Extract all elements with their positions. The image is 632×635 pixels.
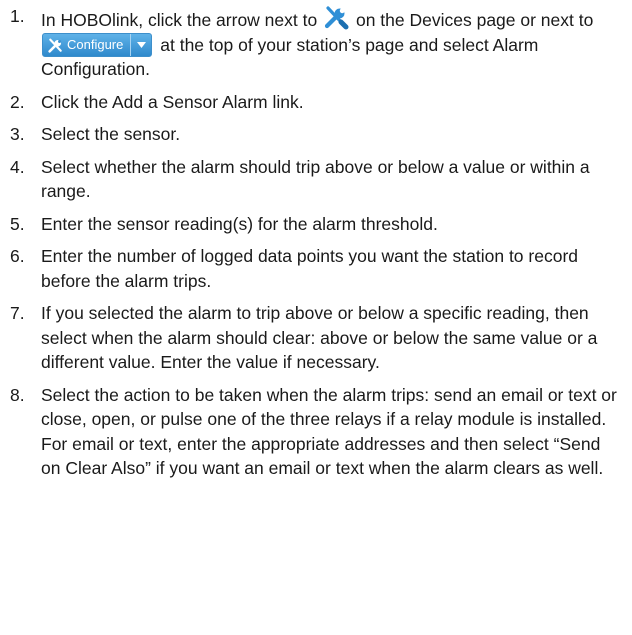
configure-button-label: Configure (67, 36, 124, 52)
tools-icon (48, 38, 62, 53)
step-text: In HOBOlink, click the arrow next to (41, 10, 318, 30)
steps-list: 1. In HOBOlink, click the arrow next to … (6, 4, 622, 481)
step-text: Click the Add a Sensor Alarm link. (41, 91, 304, 112)
step-number: 5. (10, 213, 25, 234)
step-3: 3. Select the sensor. (6, 122, 622, 147)
step-number: 2. (10, 91, 25, 112)
step-text: on the Devices page or next to (355, 10, 594, 30)
step-8: 8. Select the action to be taken when th… (6, 383, 622, 481)
step-text: Enter the sensor reading(s) for the alar… (41, 213, 438, 234)
step-text: Enter the number of logged data points y… (41, 246, 579, 291)
tools-icon (324, 6, 349, 30)
step-6: 6. Enter the number of logged data point… (6, 244, 622, 293)
step-text: If you selected the alarm to trip above … (41, 303, 598, 372)
step-4: 4. Select whether the alarm should trip … (6, 155, 622, 204)
step-5: 5. Enter the sensor reading(s) for the a… (6, 212, 622, 237)
step-text: Select whether the alarm should trip abo… (41, 156, 590, 202)
step-number: 1. (10, 6, 25, 26)
step-number: 8. (10, 384, 25, 405)
step-number: 3. (10, 124, 25, 144)
step-7: 7. If you selected the alarm to trip abo… (6, 301, 622, 375)
step-text: Select the sensor. (41, 124, 181, 144)
instructions-document: 1. In HOBOlink, click the arrow next to … (0, 0, 632, 635)
step-2: 2. Click the Add a Sensor Alarm link. (6, 90, 622, 115)
caret-down-icon (136, 42, 146, 48)
step-1: 1. In HOBOlink, click the arrow next to … (6, 4, 622, 82)
step-number: 7. (10, 303, 25, 323)
step-number: 4. (10, 156, 25, 177)
step-number: 6. (10, 246, 25, 266)
configure-dropdown-toggle[interactable] (130, 34, 151, 56)
configure-button[interactable]: Configure (42, 33, 153, 57)
step-text: Select the action to be taken when the a… (41, 384, 617, 479)
